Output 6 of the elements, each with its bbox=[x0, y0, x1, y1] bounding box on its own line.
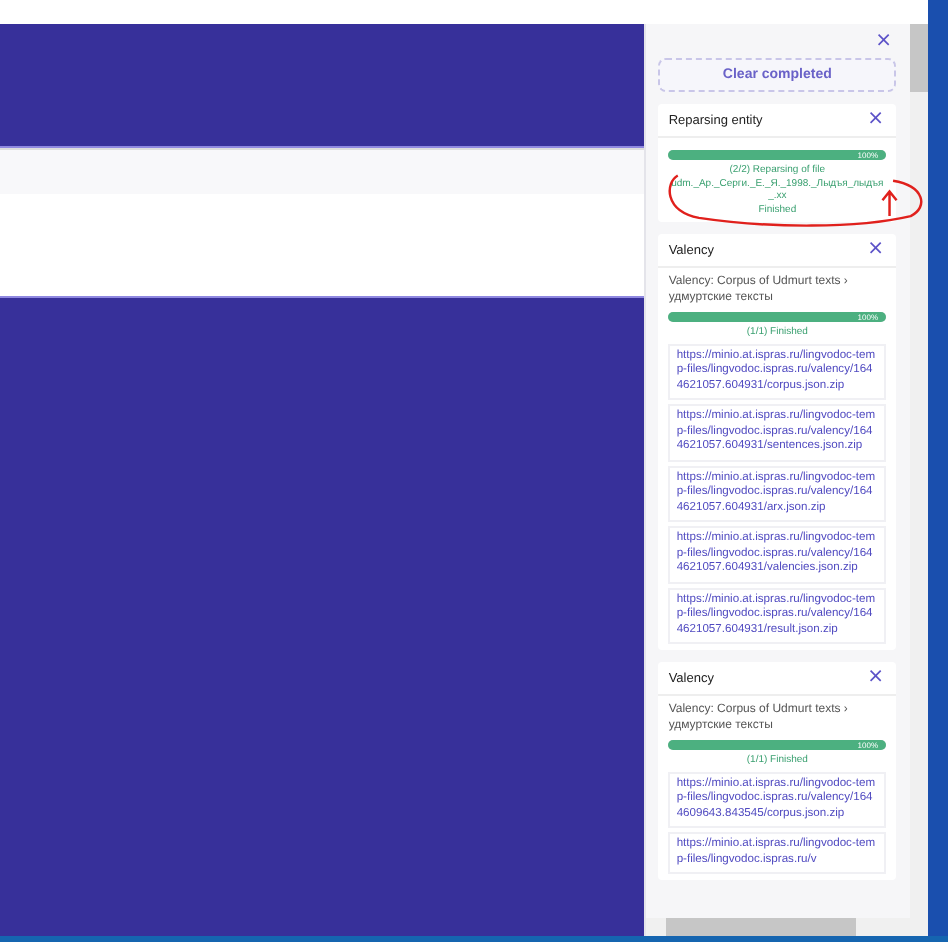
close-button[interactable]: × bbox=[863, 110, 889, 130]
scrollbar[interactable] bbox=[646, 918, 929, 936]
scrollbar[interactable] bbox=[910, 24, 929, 918]
close-button[interactable]: × bbox=[871, 32, 897, 52]
close-button[interactable]: × bbox=[863, 240, 889, 260]
close-button[interactable]: × bbox=[863, 668, 889, 688]
